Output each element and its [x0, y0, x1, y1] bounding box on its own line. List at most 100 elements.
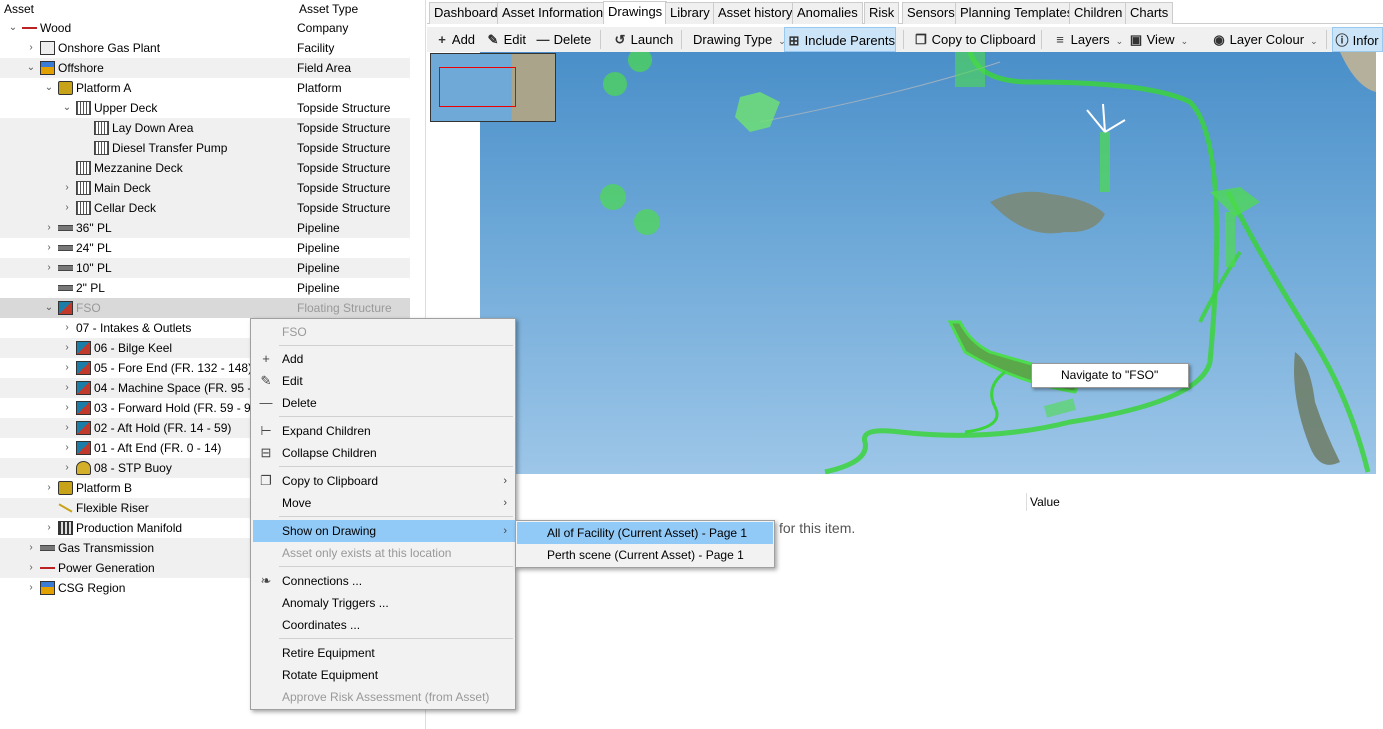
tab-children[interactable]: Children	[1069, 2, 1128, 24]
tab-asset-history[interactable]: Asset history	[713, 2, 798, 24]
layer-colour-dropdown[interactable]: ◉ Layer Colour ⌄	[1210, 27, 1317, 52]
tree-row-24-pl[interactable]: › 24" PL Pipeline	[0, 238, 410, 258]
tree-row-36-pl[interactable]: › 36" PL Pipeline	[0, 218, 410, 238]
tree-row-cellar-deck[interactable]: › Cellar Deck Topside Structure	[0, 198, 410, 218]
asset-type-column-header[interactable]: Asset Type	[299, 2, 358, 16]
tab-asset-information[interactable]: Asset Information	[497, 2, 609, 24]
tree-row-onshore[interactable]: › Onshore Gas Plant Facility	[0, 38, 410, 58]
chevron-right-icon[interactable]: ›	[62, 178, 72, 198]
chevron-right-icon[interactable]: ›	[26, 538, 36, 558]
tab-sensors[interactable]: Sensors	[902, 2, 960, 24]
chevron-right-icon[interactable]: ›	[62, 378, 72, 398]
minimap-viewport-frame[interactable]	[439, 67, 516, 107]
chevron-down-icon[interactable]: ⌄	[44, 298, 54, 318]
navigate-tooltip[interactable]: Navigate to "FSO"	[1031, 363, 1189, 388]
menu-edit[interactable]: ✎ Edit	[253, 370, 515, 392]
chevron-right-icon[interactable]: ›	[26, 558, 36, 578]
add-button[interactable]: + Add	[433, 27, 475, 52]
platform-leg-marker[interactable]	[1225, 212, 1235, 267]
asset-column-header[interactable]: Asset	[4, 2, 34, 16]
info-button[interactable]: ⓘ Infor	[1332, 27, 1383, 52]
asset-marker[interactable]	[955, 52, 985, 87]
menu-rotate-equipment[interactable]: Rotate Equipment	[253, 664, 515, 686]
tree-row-offshore[interactable]: ⌄ Offshore Field Area	[0, 58, 410, 78]
submenu-item-all-facility[interactable]: All of Facility (Current Asset) - Page 1	[517, 522, 773, 544]
menu-show-on-drawing[interactable]: Show on Drawing ›	[253, 520, 515, 542]
plant-icon	[40, 41, 55, 55]
tab-anomalies[interactable]: Anomalies	[792, 2, 863, 24]
tree-row-10-pl[interactable]: › 10" PL Pipeline	[0, 258, 410, 278]
chevron-right-icon[interactable]: ›	[62, 398, 72, 418]
launch-button[interactable]: ↺ Launch	[611, 27, 674, 52]
tree-row-fso[interactable]: ⌄ FSO Floating Structure	[0, 298, 410, 318]
asset-marker[interactable]	[603, 72, 627, 96]
buoy-marker[interactable]	[1043, 398, 1077, 418]
tree-row-label: Lay Down Area	[112, 121, 194, 135]
tab-drawings[interactable]: Drawings	[603, 1, 668, 24]
chevron-right-icon[interactable]: ›	[62, 338, 72, 358]
tree-row-type: Platform	[297, 81, 342, 95]
menu-retire-equipment[interactable]: Retire Equipment	[253, 642, 515, 664]
tab-library[interactable]: Library	[665, 2, 715, 24]
menu-anomaly-triggers[interactable]: Anomaly Triggers ...	[253, 592, 515, 614]
chevron-right-icon[interactable]: ›	[44, 218, 54, 238]
include-parents-toggle[interactable]: ⊞ Include Parents	[784, 27, 896, 52]
drawing-map-canvas[interactable]	[480, 52, 1376, 474]
tab-dashboard[interactable]: Dashboard	[429, 2, 503, 24]
tree-row-platform-a[interactable]: ⌄ Platform A Platform	[0, 78, 410, 98]
asset-marker[interactable]	[628, 52, 652, 72]
menu-delete[interactable]: — Delete	[253, 392, 515, 414]
delete-button[interactable]: — Delete	[534, 27, 592, 52]
edit-label: Edit	[503, 32, 527, 47]
asset-marker[interactable]	[600, 184, 626, 210]
menu-move-label: Move	[282, 496, 312, 510]
tab-planning-templates[interactable]: Planning Templates	[955, 2, 1079, 24]
tree-row-mezzanine[interactable]: Mezzanine Deck Topside Structure	[0, 158, 410, 178]
include-parents-icon: ⊞	[788, 33, 800, 48]
chevron-right-icon[interactable]: ›	[62, 318, 72, 338]
chevron-right-icon[interactable]: ›	[62, 418, 72, 438]
tab-charts[interactable]: Charts	[1125, 2, 1174, 24]
chevron-right-icon[interactable]: ›	[62, 198, 72, 218]
chevron-down-icon[interactable]: ⌄	[26, 58, 36, 78]
chevron-right-icon[interactable]: ›	[44, 518, 54, 538]
tree-row-label: 06 - Bilge Keel	[94, 341, 173, 355]
chevron-right-icon[interactable]: ›	[26, 38, 36, 58]
chevron-right-icon[interactable]: ›	[44, 258, 54, 278]
chevron-right-icon[interactable]: ›	[44, 478, 54, 498]
menu-collapse-children[interactable]: ⊟ Collapse Children	[253, 442, 515, 464]
tree-row-main-deck[interactable]: › Main Deck Topside Structure	[0, 178, 410, 198]
edit-button[interactable]: ✎ Edit	[484, 27, 526, 52]
chevron-right-icon[interactable]: ›	[26, 578, 36, 598]
asset-marker[interactable]	[634, 209, 660, 235]
menu-expand-children[interactable]: ⊢ Expand Children	[253, 420, 515, 442]
minimap[interactable]	[430, 53, 556, 122]
value-column-header[interactable]: Value	[1030, 495, 1060, 509]
tree-row-2-pl[interactable]: 2" PL Pipeline	[0, 278, 410, 298]
copy-clipboard-button[interactable]: ❐ Copy to Clipboard	[912, 27, 1036, 52]
chevron-right-icon[interactable]: ›	[62, 458, 72, 478]
chevron-right-icon[interactable]: ›	[44, 238, 54, 258]
drawing-type-dropdown[interactable]: Drawing Type ⌄	[691, 27, 786, 52]
tree-row-diesel-pump[interactable]: Diesel Transfer Pump Topside Structure	[0, 138, 410, 158]
menu-connections[interactable]: ❧ Connections ...	[253, 570, 515, 592]
tree-row-lay-down[interactable]: Lay Down Area Topside Structure	[0, 118, 410, 138]
chevron-down-icon[interactable]: ⌄	[44, 78, 54, 98]
menu-copy-clipboard[interactable]: ❐ Copy to Clipboard ›	[253, 470, 515, 492]
tree-row-wood[interactable]: ⌄ Wood Company	[0, 18, 410, 38]
menu-coordinates[interactable]: Coordinates ...	[253, 614, 515, 636]
chevron-right-icon[interactable]: ›	[62, 358, 72, 378]
tree-row-upper-deck[interactable]: ⌄ Upper Deck Topside Structure	[0, 98, 410, 118]
submenu-item-perth-scene[interactable]: Perth scene (Current Asset) - Page 1	[517, 544, 773, 566]
tab-risk[interactable]: Risk	[864, 2, 900, 24]
asset-marker[interactable]	[735, 92, 780, 132]
menu-add[interactable]: + Add	[253, 348, 515, 370]
view-dropdown[interactable]: ▣ View ⌄	[1127, 27, 1188, 52]
menu-rotate-label: Rotate Equipment	[282, 668, 379, 682]
wind-turbine-marker[interactable]	[1100, 132, 1110, 192]
chevron-down-icon[interactable]: ⌄	[62, 98, 72, 118]
chevron-down-icon[interactable]: ⌄	[8, 18, 18, 38]
layers-dropdown[interactable]: ≡ Layers ⌄	[1051, 27, 1123, 52]
chevron-right-icon[interactable]: ›	[62, 438, 72, 458]
menu-move[interactable]: Move ›	[253, 492, 515, 514]
